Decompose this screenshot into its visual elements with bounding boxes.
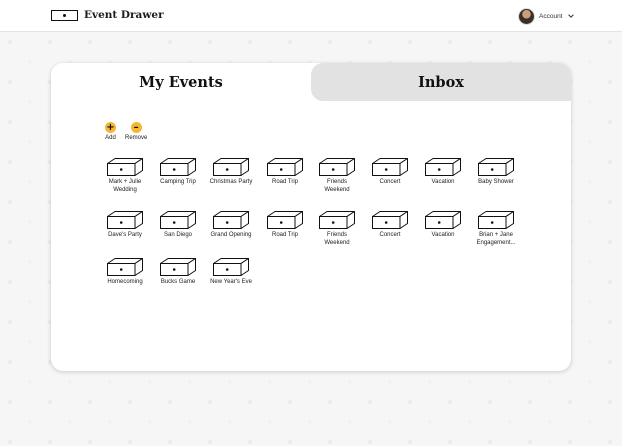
drawer-label: Christmas Party [209, 179, 253, 185]
drawer-item[interactable]: Mark + Julie Wedding [95, 157, 155, 194]
drawer-label: Baby Shower [478, 179, 514, 185]
drawer-item[interactable]: Grand Opening [201, 210, 261, 240]
drawer-item[interactable]: Friends Weekend [307, 210, 367, 247]
add-label: Add [105, 135, 116, 141]
account-label[interactable]: Account [539, 13, 563, 20]
drawer-label: Vacation [431, 179, 455, 185]
remove-button[interactable]: – Remove [125, 122, 147, 141]
drawer-label: New Year's Eve [210, 279, 252, 285]
tab-my-events[interactable]: My Events [51, 63, 311, 103]
drawer-label: Mark + Julie Wedding [108, 179, 142, 193]
drawer-icon [160, 158, 196, 176]
drawer-icon [478, 158, 514, 176]
top-bar: Event Drawer Account [0, 0, 622, 32]
drawer-label: Bucks Game [160, 279, 196, 285]
drawer-icon [267, 211, 303, 229]
tab-inbox-label: Inbox [418, 73, 464, 91]
drawer-label: Grand Opening [210, 232, 252, 238]
drawer-item[interactable]: Concert [360, 157, 420, 187]
drawer-label: Road Trip [271, 232, 298, 238]
drawer-icon [372, 211, 408, 229]
drawer-icon [107, 258, 143, 276]
drawer-item[interactable]: Road Trip [255, 157, 315, 187]
drawer-label: Brian + Jane Engagement... [476, 232, 516, 246]
drawer-icon [319, 211, 355, 229]
drawer-label: Concert [379, 179, 401, 185]
drawer-icon [213, 211, 249, 229]
drawer-label: Friends Weekend [324, 232, 350, 246]
drawer-icon [160, 211, 196, 229]
drawer-item[interactable]: New Year's Eve [201, 257, 261, 287]
drawer-icon [267, 158, 303, 176]
drawer-label: Vacation [431, 232, 455, 238]
drawer-item[interactable]: Bucks Game [148, 257, 208, 287]
drawer-logo-icon[interactable] [51, 10, 78, 21]
drawer-icon [213, 258, 249, 276]
drawer-item[interactable]: Vacation [413, 157, 473, 187]
tab-inbox[interactable]: Inbox [311, 63, 571, 101]
drawer-label: Friends Weekend [324, 179, 350, 193]
add-button[interactable]: + Add [105, 122, 116, 141]
drawer-icon [478, 211, 514, 229]
drawer-label: Homecoming [107, 279, 143, 285]
account-menu[interactable]: Account [518, 7, 575, 25]
drawer-item[interactable]: Baby Shower [466, 157, 526, 187]
drawer-item[interactable]: Concert [360, 210, 420, 240]
drawer-icon [107, 158, 143, 176]
drawer-icon [425, 211, 461, 229]
drawer-item[interactable]: Christmas Party [201, 157, 261, 187]
drawer-icon [425, 158, 461, 176]
drawer-item[interactable]: Road Trip [255, 210, 315, 240]
drawer-icon [213, 158, 249, 176]
drawer-item[interactable]: San Diego [148, 210, 208, 240]
brand-name[interactable]: Event Drawer [84, 9, 164, 21]
drawer-label: Road Trip [271, 179, 298, 185]
drawer-label: Concert [379, 232, 401, 238]
remove-label: Remove [125, 135, 148, 141]
plus-icon: + [105, 122, 116, 133]
drawer-label: Camping Trip [160, 179, 196, 185]
minus-icon: – [130, 122, 142, 133]
drawer-item[interactable]: Brian + Jane Engagement... [466, 210, 526, 247]
drawer-item[interactable]: Vacation [413, 210, 473, 240]
drawer-item[interactable]: Dave's Party [95, 210, 155, 240]
tab-my-events-label: My Events [139, 74, 223, 91]
drawer-label: Dave's Party [108, 232, 142, 238]
drawer-label: San Diego [163, 232, 193, 238]
drawer-icon [319, 158, 355, 176]
chevron-down-icon[interactable] [567, 12, 575, 20]
drawer-icon [372, 158, 408, 176]
avatar[interactable] [518, 7, 535, 25]
drawer-icon [107, 211, 143, 229]
drawer-item[interactable]: Homecoming [95, 257, 155, 287]
drawer-item[interactable]: Camping Trip [148, 157, 208, 187]
drawer-item[interactable]: Friends Weekend [307, 157, 367, 194]
drawer-icon [160, 258, 196, 276]
